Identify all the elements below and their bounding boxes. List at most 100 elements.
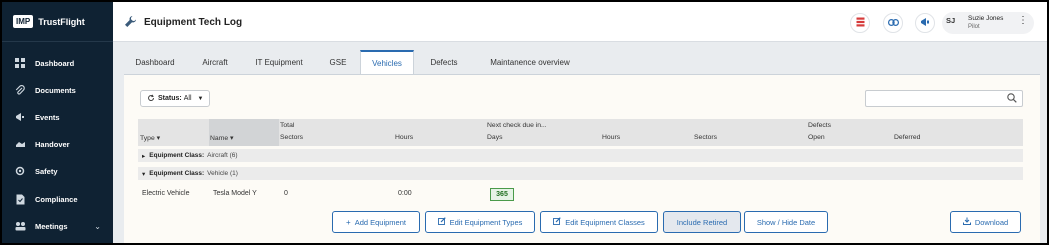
edit-equipment-types-label: Edit Equipment Types <box>449 217 523 227</box>
show-hide-date-button[interactable]: Show / Hide Date <box>744 211 828 233</box>
sidebar-item-dashboard[interactable]: Dashboard <box>2 53 113 73</box>
brand-logo: IMP <box>13 15 34 28</box>
dashboard-icon <box>14 57 26 69</box>
chevron-down-icon: ▾ <box>142 170 146 178</box>
sidebar-item-events[interactable]: Events <box>2 107 113 127</box>
column-header-next-sectors: Sectors <box>694 134 718 141</box>
group-header-total: Total <box>280 122 295 129</box>
user-role: Pilot <box>968 24 980 30</box>
vehicles-panel: Status: All ▼ Total Next check due in...… <box>124 75 1040 243</box>
tab-vehicles[interactable]: Vehicles <box>360 50 414 75</box>
meetings-icon <box>14 220 26 232</box>
sidebar-item-label: Documents <box>35 85 76 95</box>
add-equipment-label: Add Equipment <box>354 217 406 227</box>
sort-icon: ▾ <box>156 135 161 142</box>
tab-defects[interactable]: Defects <box>416 50 472 75</box>
edit-equipment-classes-button[interactable]: Edit Equipment Classes <box>540 211 658 233</box>
compliance-icon <box>14 193 26 205</box>
group-header-next-check: Next check due in... <box>487 122 547 129</box>
paperclip-icon <box>14 84 26 96</box>
sidebar-item-label: Safety <box>35 166 58 176</box>
column-header-hours: Hours <box>395 134 414 141</box>
tab-aircraft[interactable]: Aircraft <box>190 50 240 75</box>
sidebar-item-safety[interactable]: Safety <box>2 161 113 181</box>
megaphone-icon <box>14 111 26 123</box>
column-header-days: Days <box>487 134 503 141</box>
chevron-down-icon: ⌄ <box>94 221 101 231</box>
group-value: Aircraft (6) <box>207 152 238 159</box>
download-label: Download <box>974 217 1009 227</box>
download-icon <box>962 217 971 227</box>
status-filter[interactable]: Status: All ▼ <box>140 90 210 107</box>
group-value: Vehicle (1) <box>207 170 238 177</box>
stack-icon <box>856 17 865 29</box>
chevron-down-icon: ▼ <box>197 95 204 102</box>
safety-icon <box>14 165 26 177</box>
refresh-icon <box>147 94 155 104</box>
search-icon <box>1007 93 1017 106</box>
search-input[interactable] <box>865 90 1023 107</box>
sidebar-item-label: Compliance <box>35 194 78 204</box>
group-header-defects: Defects <box>808 122 832 129</box>
cell-hours: 0:00 <box>398 190 412 197</box>
wrench-icon <box>124 15 137 31</box>
top-header: Equipment Tech Log SJ Suzie Jones Pilot … <box>113 2 1047 42</box>
group-row-aircraft[interactable]: ▸ Equipment Class: Aircraft (6) <box>138 149 1023 162</box>
page-title: Equipment Tech Log <box>144 17 243 28</box>
brand-name: TrustFlight <box>38 16 85 27</box>
sidebar-item-handover[interactable]: Handover <box>2 134 113 154</box>
table-row[interactable]: Electric Vehicle Tesla Model Y 0 0:00 36… <box>138 185 1023 203</box>
cell-name: Tesla Model Y <box>213 190 257 197</box>
stack-button[interactable] <box>850 13 870 33</box>
tab-maintanence-overview[interactable]: Maintanence overview <box>476 50 584 75</box>
group-label: Equipment Class: <box>149 152 205 159</box>
column-type-label: Type <box>140 135 155 142</box>
column-header-next-hours: Hours <box>602 134 621 141</box>
announcements-button[interactable] <box>915 13 935 33</box>
edit-icon <box>437 217 446 227</box>
cell-sectors: 0 <box>284 190 288 197</box>
user-name: Suzie Jones <box>968 15 1004 22</box>
column-header-sectors: Sectors <box>280 134 304 141</box>
table-header: Total Next check due in... Defects Type … <box>138 119 1023 146</box>
user-menu[interactable]: SJ Suzie Jones Pilot ⋮ <box>942 12 1034 34</box>
edit-equipment-classes-label: Edit Equipment Classes <box>565 217 645 227</box>
kebab-menu-icon[interactable]: ⋮ <box>1018 16 1028 26</box>
tab-dashboard[interactable]: Dashboard <box>124 50 186 75</box>
chevron-right-icon: ▸ <box>142 152 146 160</box>
handover-icon <box>14 138 26 150</box>
sidebar-item-compliance[interactable]: Compliance <box>2 189 113 209</box>
sidebar-item-label: Events <box>35 112 60 122</box>
sidebar: IMP TrustFlight Dashboard Documents Even… <box>2 2 113 243</box>
column-header-name[interactable]: Name ▾ <box>210 134 233 142</box>
sort-icon: ▾ <box>230 135 234 142</box>
column-header-open: Open <box>808 134 825 141</box>
tab-gse[interactable]: GSE <box>318 50 358 75</box>
sidebar-item-label: Meetings <box>35 221 68 231</box>
group-row-vehicle[interactable]: ▾ Equipment Class: Vehicle (1) <box>138 167 1023 180</box>
cell-type: Electric Vehicle <box>142 190 190 197</box>
include-retired-button[interactable]: Include Retired <box>663 211 741 233</box>
column-name-label: Name <box>210 135 229 142</box>
app-window: IMP TrustFlight Dashboard Documents Even… <box>0 0 1049 245</box>
status-filter-label: Status: <box>158 95 182 102</box>
sidebar-item-label: Handover <box>35 139 70 149</box>
sidebar-item-documents[interactable]: Documents <box>2 80 113 100</box>
group-label: Equipment Class: <box>149 170 205 177</box>
column-header-deferred: Deferred <box>894 134 921 141</box>
sidebar-item-meetings[interactable]: Meetings ⌄ <box>2 216 113 236</box>
megaphone-icon <box>920 17 930 29</box>
link-icon <box>887 18 899 28</box>
download-button[interactable]: Download <box>950 211 1021 233</box>
link-button[interactable] <box>883 13 903 33</box>
plus-icon: + <box>346 217 351 227</box>
add-equipment-button[interactable]: + Add Equipment <box>332 211 420 233</box>
column-header-type[interactable]: Type ▾ <box>140 134 160 142</box>
avatar: SJ <box>946 16 956 25</box>
tab-it-equipment[interactable]: IT Equipment <box>244 50 314 75</box>
sidebar-item-label: Dashboard <box>35 58 75 68</box>
edit-equipment-types-button[interactable]: Edit Equipment Types <box>425 211 535 233</box>
brand[interactable]: IMP TrustFlight <box>2 2 113 42</box>
days-due-badge: 365 <box>490 188 514 201</box>
edit-icon <box>553 217 561 227</box>
